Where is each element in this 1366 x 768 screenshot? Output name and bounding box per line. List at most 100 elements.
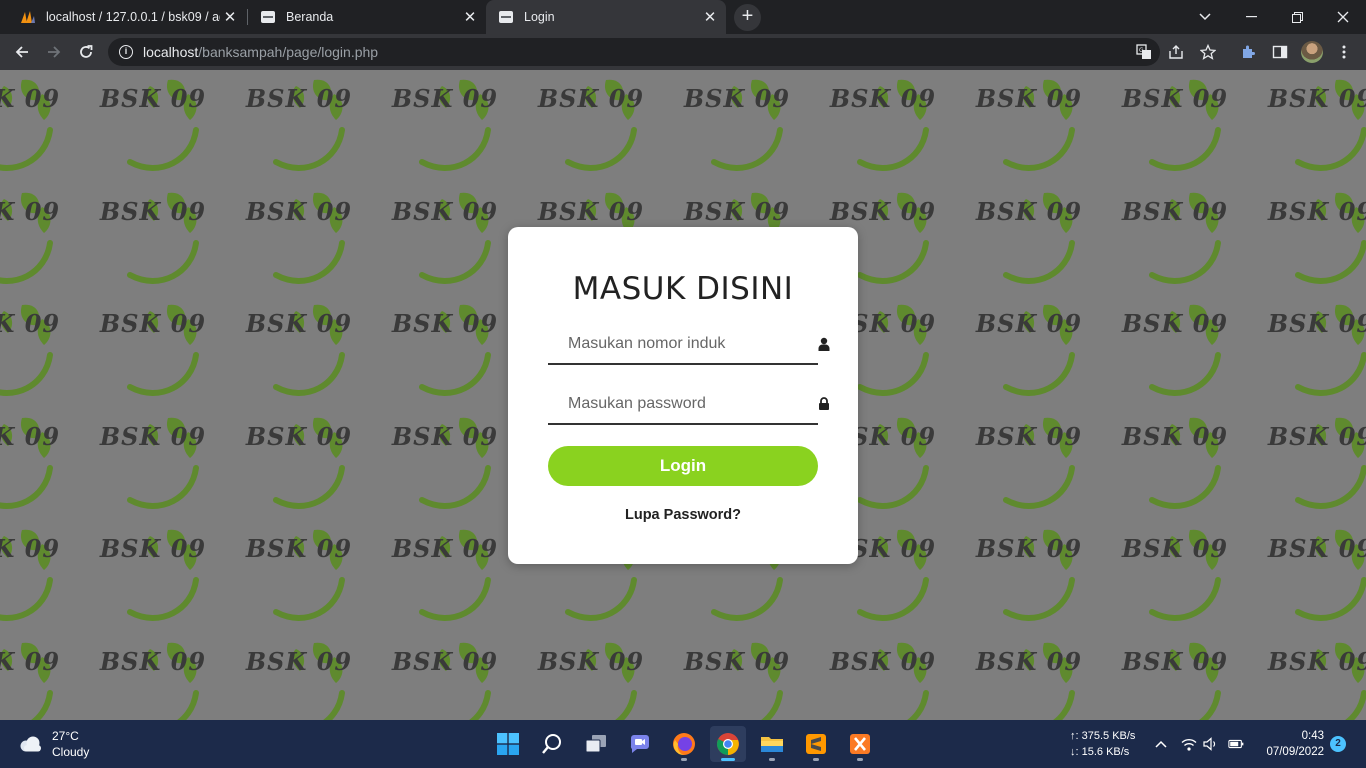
sublime-text-icon[interactable]: [798, 726, 834, 762]
weather-temperature: 27°C: [52, 729, 79, 743]
background-logo-tile: BSK 09: [1248, 402, 1366, 515]
close-tab-icon[interactable]: ✕: [220, 8, 240, 26]
chrome-icon[interactable]: [710, 726, 746, 762]
close-window-icon[interactable]: [1320, 0, 1366, 34]
chat-icon[interactable]: [622, 726, 658, 762]
system-clock[interactable]: 0:43 07/09/2022: [1258, 728, 1324, 760]
username-input[interactable]: [548, 335, 788, 353]
search-icon[interactable]: [534, 726, 570, 762]
background-logo-text: BSK 09: [975, 84, 1083, 113]
file-explorer-icon[interactable]: [754, 726, 790, 762]
browser-toolbar: i localhost/banksampah/page/login.php G: [0, 34, 1366, 70]
background-logo-tile: BSK 09: [1102, 514, 1248, 627]
background-logo-tile: BSK 09: [518, 70, 664, 177]
background-logo-tile: BSK 09: [0, 514, 80, 627]
close-tab-icon[interactable]: ✕: [460, 8, 480, 26]
restore-icon[interactable]: [1274, 0, 1320, 34]
background-logo-text: BSK 09: [829, 84, 937, 113]
background-logo-text: BSK 09: [245, 196, 353, 226]
forgot-password-link[interactable]: Lupa Password?: [508, 507, 858, 523]
task-view-icon[interactable]: [578, 726, 614, 762]
background-logo-tile: BSK 09: [372, 70, 518, 177]
site-info-icon[interactable]: i: [119, 45, 133, 59]
chevron-up-icon[interactable]: [1153, 736, 1169, 752]
background-logo-tile: BSK 09: [80, 402, 226, 515]
background-logo-text: BSK 09: [391, 421, 499, 451]
background-logo-text: BSK 09: [245, 534, 353, 563]
background-logo-text: BSK 09: [1267, 84, 1366, 113]
password-field: [548, 385, 829, 425]
lock-icon: [818, 397, 830, 411]
network-speed-widget: ↑: 375.5 KB/s ↓: 15.6 KB/s: [1070, 728, 1135, 760]
background-logo-text: BSK 09: [99, 196, 207, 226]
background-logo-tile: BSK 09: [1248, 627, 1366, 720]
menu-kebab-icon[interactable]: [1334, 42, 1354, 62]
battery-icon[interactable]: [1228, 736, 1244, 752]
cloud-icon: [18, 736, 44, 752]
windows-taskbar: 27°C Cloudy ↑: 375.5 KB/s ↓: 15.6 KB/s 0…: [0, 720, 1366, 768]
wifi-icon[interactable]: [1181, 736, 1197, 752]
background-logo-tile: BSK 09: [0, 627, 80, 720]
background-logo-tile: BSK 09: [956, 627, 1102, 720]
background-logo-text: BSK 09: [975, 196, 1083, 226]
tab-phpmyadmin[interactable]: localhost / 127.0.0.1 / bsk09 / adi ✕: [8, 0, 246, 34]
background-logo-text: BSK 09: [0, 534, 61, 563]
background-logo-tile: BSK 09: [956, 289, 1102, 402]
forward-button[interactable]: [42, 40, 66, 64]
background-logo-tile: BSK 09: [372, 402, 518, 515]
firefox-icon[interactable]: [666, 726, 702, 762]
profile-avatar[interactable]: [1301, 41, 1323, 63]
xampp-icon[interactable]: [842, 726, 878, 762]
clock-date: 07/09/2022: [1266, 746, 1324, 758]
address-bar[interactable]: i localhost/banksampah/page/login.php: [108, 38, 1160, 66]
background-logo-text: BSK 09: [391, 534, 499, 563]
background-logo-tile: BSK 09: [518, 627, 664, 720]
background-logo-text: BSK 09: [1267, 534, 1366, 563]
close-tab-icon[interactable]: ✕: [700, 8, 720, 26]
background-logo-tile: BSK 09: [1248, 177, 1366, 290]
background-logo-tile: BSK 09: [226, 514, 372, 627]
background-logo-text: BSK 09: [391, 309, 499, 338]
background-logo-tile: BSK 09: [0, 402, 80, 515]
username-field: [548, 325, 830, 365]
tab-title: Login: [524, 10, 555, 24]
tab-beranda[interactable]: Beranda ✕: [248, 0, 486, 34]
windows-start-icon[interactable]: [490, 726, 526, 762]
background-logo-text: BSK 09: [975, 309, 1083, 338]
background-logo-text: BSK 09: [683, 196, 791, 226]
background-logo-tile: BSK 09: [1102, 627, 1248, 720]
background-logo-tile: BSK 09: [1102, 402, 1248, 515]
background-logo-text: BSK 09: [245, 421, 353, 451]
back-button[interactable]: [10, 40, 34, 64]
tab-search-icon[interactable]: [1182, 0, 1228, 34]
background-logo-tile: BSK 09: [956, 402, 1102, 515]
weather-condition: Cloudy: [52, 745, 90, 759]
background-logo-text: BSK 09: [0, 421, 61, 451]
tab-login[interactable]: Login ✕: [486, 0, 726, 34]
background-logo-text: BSK 09: [391, 84, 499, 113]
background-logo-text: BSK 09: [99, 84, 207, 113]
background-logo-text: BSK 09: [1121, 534, 1229, 563]
password-input[interactable]: [548, 395, 788, 413]
weather-widget[interactable]: 27°C Cloudy: [18, 728, 89, 760]
background-logo-text: BSK 09: [245, 309, 353, 338]
background-logo-text: BSK 09: [99, 309, 207, 338]
share-icon[interactable]: [1166, 42, 1186, 62]
volume-icon[interactable]: [1203, 736, 1219, 752]
notification-badge[interactable]: 2: [1330, 736, 1346, 752]
new-tab-button[interactable]: +: [734, 4, 761, 31]
background-logo-text: BSK 09: [99, 421, 207, 451]
extensions-icon[interactable]: [1238, 42, 1258, 62]
background-logo-text: BSK 09: [99, 534, 207, 563]
side-panel-icon[interactable]: [1270, 42, 1290, 62]
reload-button[interactable]: [74, 40, 98, 64]
background-logo-text: BSK 09: [391, 196, 499, 226]
background-logo-tile: BSK 09: [0, 70, 80, 177]
minimize-icon[interactable]: [1228, 0, 1274, 34]
background-logo-text: BSK 09: [829, 646, 937, 676]
login-button[interactable]: Login: [548, 446, 818, 486]
translate-icon[interactable]: G: [1134, 42, 1154, 62]
bookmark-star-icon[interactable]: [1198, 42, 1218, 62]
background-logo-text: BSK 09: [0, 196, 61, 226]
background-logo-text: BSK 09: [1121, 421, 1229, 451]
